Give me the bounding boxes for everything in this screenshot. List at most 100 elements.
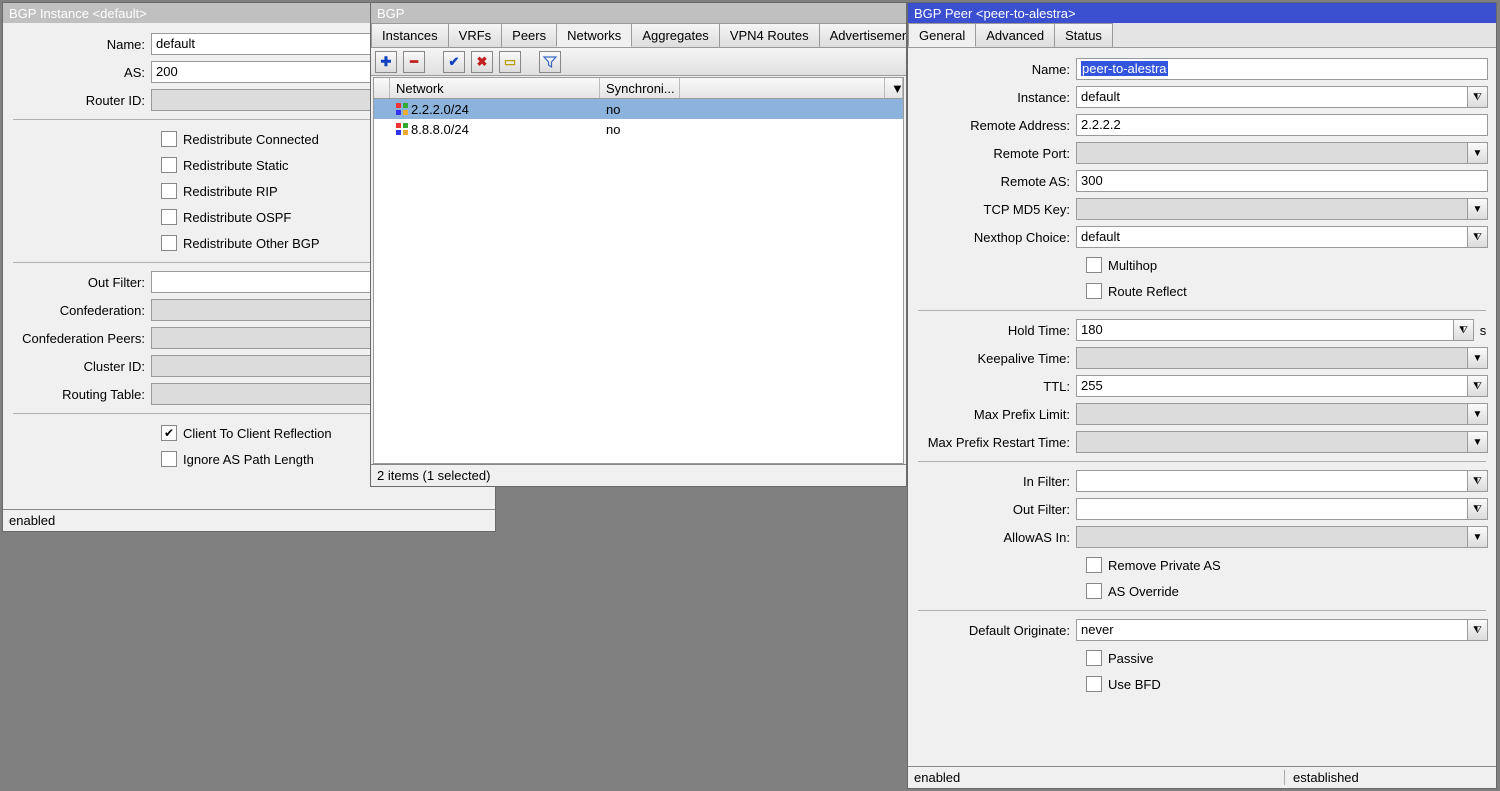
- redistribute-rip-checkbox[interactable]: [161, 183, 177, 199]
- add-button[interactable]: ✚: [375, 51, 397, 73]
- infilter-dropdown[interactable]: ⧨: [1468, 470, 1488, 492]
- redistribute-static-checkbox[interactable]: [161, 157, 177, 173]
- usebfd-label: Use BFD: [1108, 677, 1161, 692]
- holdtime-input[interactable]: 180: [1076, 319, 1454, 341]
- maxprefixrestart-input[interactable]: [1076, 431, 1468, 453]
- outfilter-input[interactable]: [1076, 498, 1468, 520]
- keepalive-dropdown[interactable]: ▼: [1468, 347, 1488, 369]
- network-icon: [396, 123, 408, 135]
- asoverride-checkbox[interactable]: [1086, 583, 1102, 599]
- confedpeers-label: Confederation Peers:: [11, 331, 151, 346]
- network-cell: 8.8.8.0/24: [411, 122, 469, 137]
- tab-networks[interactable]: Networks: [556, 23, 632, 47]
- ignore-aspath-checkbox[interactable]: [161, 451, 177, 467]
- maxprefix-dropdown[interactable]: ▼: [1468, 403, 1488, 425]
- holdtime-dropdown[interactable]: ⧨: [1454, 319, 1474, 341]
- remoteaddr-input[interactable]: 2.2.2.2: [1076, 114, 1488, 136]
- remoteas-label: Remote AS:: [916, 174, 1076, 189]
- outfilter-label: Out Filter:: [916, 502, 1076, 517]
- confed-label: Confederation:: [11, 303, 151, 318]
- keepalive-input[interactable]: [1076, 347, 1468, 369]
- outfilter-dropdown[interactable]: ⧨: [1468, 498, 1488, 520]
- tab-peers[interactable]: Peers: [501, 23, 557, 47]
- redistribute-static-label: Redistribute Static: [183, 158, 289, 173]
- maxprefixrestart-label: Max Prefix Restart Time:: [916, 435, 1076, 450]
- ignore-aspath-label: Ignore AS Path Length: [183, 452, 314, 467]
- multihop-label: Multihop: [1108, 258, 1157, 273]
- tab-instances[interactable]: Instances: [371, 23, 449, 47]
- holdtime-label: Hold Time:: [916, 323, 1076, 338]
- outfilter-label: Out Filter:: [11, 275, 151, 290]
- instance-label: Instance:: [916, 90, 1076, 105]
- redistribute-otherbgp-checkbox[interactable]: [161, 235, 177, 251]
- sync-cell: no: [600, 120, 680, 139]
- allowasin-input[interactable]: [1076, 526, 1468, 548]
- column-chooser[interactable]: ▼: [885, 78, 903, 98]
- routereflect-label: Route Reflect: [1108, 284, 1187, 299]
- clusterid-label: Cluster ID:: [11, 359, 151, 374]
- allowasin-dropdown[interactable]: ▼: [1468, 526, 1488, 548]
- passive-label: Passive: [1108, 651, 1154, 666]
- ttl-dropdown[interactable]: ⧨: [1468, 375, 1488, 397]
- tab-advanced[interactable]: Advanced: [975, 23, 1055, 47]
- defaultorig-dropdown[interactable]: ⧨: [1468, 619, 1488, 641]
- tab-vrfs[interactable]: VRFs: [448, 23, 503, 47]
- table-header: Network Synchroni... ▼: [374, 78, 903, 99]
- redistribute-otherbgp-label: Redistribute Other BGP: [183, 236, 320, 251]
- table-row[interactable]: 8.8.8.0/24 no: [374, 119, 903, 139]
- md5-label: TCP MD5 Key:: [916, 202, 1076, 217]
- remoteas-input[interactable]: 300: [1076, 170, 1488, 192]
- redistribute-connected-checkbox[interactable]: [161, 131, 177, 147]
- filter-button[interactable]: [539, 51, 561, 73]
- tab-vpn4routes[interactable]: VPN4 Routes: [719, 23, 820, 47]
- maxprefix-input[interactable]: [1076, 403, 1468, 425]
- tab-advertisements[interactable]: Advertisements: [819, 23, 906, 47]
- status-text: enabled: [9, 513, 63, 528]
- usebfd-checkbox[interactable]: [1086, 676, 1102, 692]
- redistribute-ospf-checkbox[interactable]: [161, 209, 177, 225]
- toolbar: ✚ ━ ✔ ✖ ▭: [371, 48, 906, 76]
- md5-dropdown[interactable]: ▼: [1468, 198, 1488, 220]
- name-value: peer-to-alestra: [1081, 61, 1168, 76]
- removeprivateas-checkbox[interactable]: [1086, 557, 1102, 573]
- allowasin-label: AllowAS In:: [916, 530, 1076, 545]
- removeprivateas-label: Remove Private AS: [1108, 558, 1221, 573]
- name-label: Name:: [916, 62, 1076, 77]
- sync-cell: no: [600, 100, 680, 119]
- comment-button[interactable]: ▭: [499, 51, 521, 73]
- col-network[interactable]: Network: [390, 78, 600, 98]
- enable-button[interactable]: ✔: [443, 51, 465, 73]
- tab-aggregates[interactable]: Aggregates: [631, 23, 720, 47]
- client-to-client-label: Client To Client Reflection: [183, 426, 332, 441]
- multihop-checkbox[interactable]: [1086, 257, 1102, 273]
- table-row[interactable]: 2.2.2.0/24 no: [374, 99, 903, 119]
- keepalive-label: Keepalive Time:: [916, 351, 1076, 366]
- status-bar: enabled established: [908, 766, 1496, 788]
- nexthop-input[interactable]: default: [1076, 226, 1468, 248]
- tab-general[interactable]: General: [908, 23, 976, 47]
- name-input[interactable]: peer-to-alestra: [1076, 58, 1488, 80]
- remoteport-input[interactable]: [1076, 142, 1468, 164]
- instance-input[interactable]: default: [1076, 86, 1468, 108]
- defaultorig-input[interactable]: never: [1076, 619, 1468, 641]
- routerid-label: Router ID:: [11, 93, 151, 108]
- defaultorig-label: Default Originate:: [916, 623, 1076, 638]
- disable-button[interactable]: ✖: [471, 51, 493, 73]
- md5-input[interactable]: [1076, 198, 1468, 220]
- maxprefixrestart-dropdown[interactable]: ▼: [1468, 431, 1488, 453]
- instance-dropdown[interactable]: ⧨: [1468, 86, 1488, 108]
- client-to-client-checkbox[interactable]: ✔: [161, 425, 177, 441]
- remove-button[interactable]: ━: [403, 51, 425, 73]
- passive-checkbox[interactable]: [1086, 650, 1102, 666]
- remoteport-dropdown[interactable]: ▼: [1468, 142, 1488, 164]
- col-synchronize[interactable]: Synchroni...: [600, 78, 680, 98]
- ttl-input[interactable]: 255: [1076, 375, 1468, 397]
- routereflect-checkbox[interactable]: [1086, 283, 1102, 299]
- networks-table: Network Synchroni... ▼ 2.2.2.0/24 no 8.8…: [373, 77, 904, 464]
- nexthop-dropdown[interactable]: ⧨: [1468, 226, 1488, 248]
- redistribute-ospf-label: Redistribute OSPF: [183, 210, 291, 225]
- tab-status[interactable]: Status: [1054, 23, 1113, 47]
- routingtable-label: Routing Table:: [11, 387, 151, 402]
- redistribute-rip-label: Redistribute RIP: [183, 184, 278, 199]
- infilter-input[interactable]: [1076, 470, 1468, 492]
